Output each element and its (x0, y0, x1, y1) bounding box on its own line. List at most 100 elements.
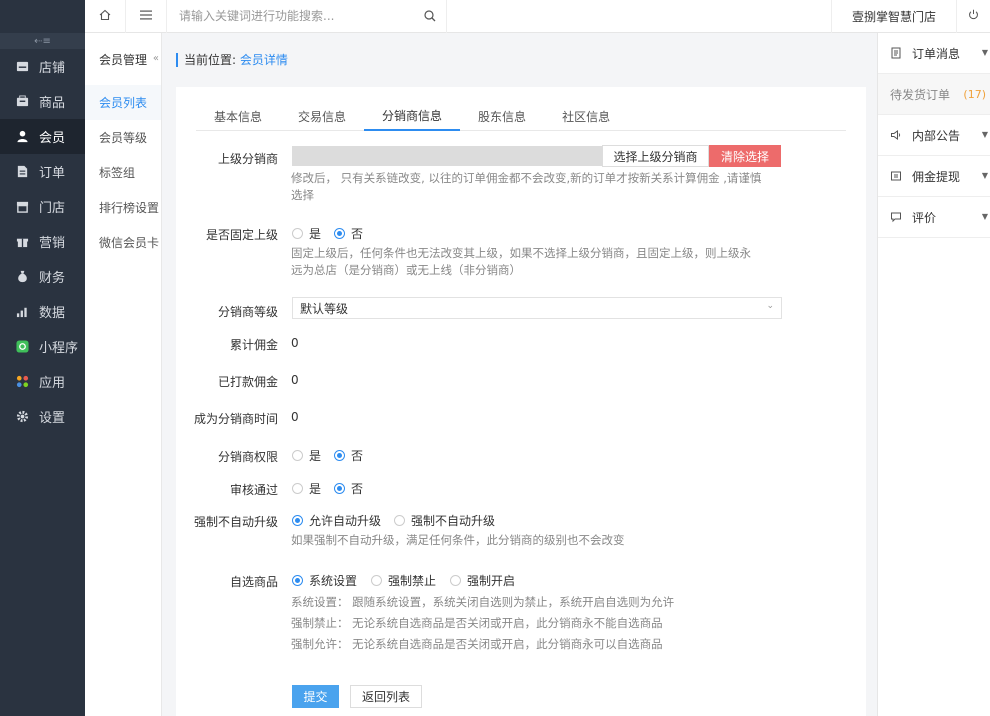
tab-transaction-info[interactable]: 交易信息 (280, 101, 364, 131)
tab-community-info[interactable]: 社区信息 (544, 101, 628, 131)
radio-label: 强制不自动升级 (411, 514, 496, 528)
radio-dot (292, 228, 303, 239)
radio-dot (371, 575, 382, 586)
submit-button[interactable]: 提交 (292, 685, 339, 708)
select-parent-button[interactable]: 选择上级分销商 (602, 145, 709, 167)
radio-dot (334, 450, 345, 461)
breadcrumb: 当前位置: 会员详情 (176, 53, 288, 67)
user-icon (16, 130, 29, 143)
force-no-upgrade-radio[interactable]: 强制不自动升级 (394, 512, 495, 529)
self-goods-help: 系统设置： 跟随系统设置，系统关闭自选则为禁止，系统开启自选则为允许 强制禁止：… (291, 592, 674, 655)
self-goods-help-line: 强制允许： 无论系统自选商品是否关闭或开启，此分销商永可以自选商品 (291, 637, 663, 651)
permission-yes-radio[interactable]: 是 (292, 447, 321, 464)
fixed-parent-help-text: 固定上级后，任何条件也无法改变其上级，如果不选择上级分销商，且固定上级，则上级永… (291, 245, 751, 279)
tab-basic-info[interactable]: 基本信息 (196, 101, 280, 131)
search-input[interactable] (179, 9, 419, 23)
review-label: 评价 (912, 210, 937, 225)
sidebar-item-label: 营销 (39, 236, 66, 251)
order-icon (16, 165, 29, 178)
level-select[interactable]: 默认等级 ⌄ (292, 297, 782, 319)
sidebar-item-finance[interactable]: 财务 (0, 259, 85, 294)
tab-distributor-info[interactable]: 分销商信息 (364, 101, 461, 131)
subnav-item-wechat-card[interactable]: 微信会员卡 (85, 225, 161, 260)
clear-selection-button[interactable]: 清除选择 (709, 145, 781, 167)
radio-dot (292, 483, 303, 494)
permission-label: 分销商权限 (217, 450, 278, 464)
parent-distributor-label: 上级分销商 (217, 152, 278, 166)
back-to-list-button[interactable]: 返回列表 (350, 685, 422, 708)
home-icon (99, 9, 111, 24)
home-button[interactable] (85, 0, 126, 33)
parent-distributor-field[interactable] (292, 146, 602, 166)
breadcrumb-current[interactable]: 会员详情 (240, 53, 288, 67)
tab-shareholder-info[interactable]: 股东信息 (460, 101, 544, 131)
sidebar-item-shop[interactable]: 门店 (0, 189, 85, 224)
power-icon (968, 9, 979, 23)
comment-icon (890, 211, 902, 223)
fixed-parent-yes-radio[interactable]: 是 (292, 225, 321, 242)
logo-area (0, 0, 85, 33)
caret-down-icon: ▼ (981, 130, 988, 139)
subnav-item-member-list[interactable]: 会员列表 (85, 85, 161, 120)
audit-yes-radio[interactable]: 是 (292, 480, 321, 497)
force-upgrade-help: 如果强制不自动升级，满足任何条件，此分销商的级别也不会改变 (291, 533, 625, 547)
subnav-item-member-level[interactable]: 会员等级 (85, 120, 161, 155)
sidebar-item-member[interactable]: 会员 (0, 119, 85, 154)
goods-icon (16, 95, 29, 108)
sidebar-item-apps[interactable]: 应用 (0, 364, 85, 399)
audit-no-radio[interactable]: 否 (334, 480, 363, 497)
audit-label: 审核通过 (229, 483, 278, 497)
commission-withdraw-item[interactable]: 佣金提现 ▼ (878, 156, 990, 197)
caret-down-icon: ▼ (981, 212, 988, 221)
sidebar-collapse-toggle[interactable]: ⇠≡ (0, 33, 85, 49)
fixed-parent-help-line: 固定上级后，任何条件也无法改变其上级，如果不选择上级分销商，且固定上级，则上级永 (291, 246, 751, 260)
chart-icon (16, 305, 29, 318)
self-goods-system-radio[interactable]: 系统设置 (292, 572, 357, 589)
self-goods-label: 自选商品 (229, 575, 278, 589)
subnav-item-tag-group[interactable]: 标签组 (85, 155, 161, 190)
force-upgrade-label: 强制不自动升级 (193, 515, 278, 529)
allow-auto-upgrade-radio[interactable]: 允许自动升级 (292, 512, 381, 529)
self-goods-forbid-radio[interactable]: 强制禁止 (371, 572, 436, 589)
chevron-down-icon: ⌄ (766, 301, 774, 311)
order-messages-item[interactable]: 订单消息 ▼ (878, 33, 990, 74)
internal-notice-item[interactable]: 内部公告 ▼ (878, 115, 990, 156)
parent-help-text: 修改后， 只有关系链改变, 以往的订单佣金都不会改变,新的订单才按新关系计算佣金… (291, 170, 761, 204)
sidebar-item-store[interactable]: 店铺 (0, 49, 85, 84)
search-icon[interactable] (424, 9, 436, 25)
parent-help-line: 修改后， 只有关系链改变, 以往的订单佣金都不会改变,新的订单才按新关系计算佣金… (291, 171, 762, 185)
subnav-item-ranking-settings[interactable]: 排行榜设置 (85, 190, 161, 225)
tab-bar: 基本信息 交易信息 分销商信息 股东信息 社区信息 (196, 101, 846, 131)
sidebar-item-data[interactable]: 数据 (0, 294, 85, 329)
sidebar-item-label: 数据 (39, 306, 66, 321)
total-commission-label: 累计佣金 (229, 338, 278, 352)
radio-label: 是 (309, 227, 322, 241)
radio-label: 允许自动升级 (309, 514, 382, 528)
sidebar-item-marketing[interactable]: 营销 (0, 224, 85, 259)
sidebar-item-goods[interactable]: 商品 (0, 84, 85, 119)
radio-label: 强制禁止 (388, 574, 437, 588)
sidebar-item-miniapp[interactable]: 小程序 (0, 329, 85, 364)
radio-dot (450, 575, 461, 586)
logout-button[interactable] (956, 0, 990, 33)
sidebar-item-label: 门店 (39, 201, 66, 216)
miniapp-icon (16, 340, 29, 353)
sidebar-item-order[interactable]: 订单 (0, 154, 85, 189)
radio-dot (334, 228, 345, 239)
paid-commission-label: 已打款佣金 (217, 375, 278, 389)
fold-icon[interactable]: « (153, 53, 159, 64)
self-goods-help-line: 系统设置： 跟随系统设置，系统关闭自选则为禁止，系统开启自选则为允许 (291, 595, 675, 609)
permission-no-radio[interactable]: 否 (334, 447, 363, 464)
sub-sidebar: 会员管理 « 会员列表 会员等级 标签组 排行榜设置 微信会员卡 (85, 33, 162, 716)
menu-button[interactable] (126, 0, 167, 33)
fixed-parent-no-radio[interactable]: 否 (334, 225, 363, 242)
shop-icon (16, 200, 29, 213)
right-panel: 订单消息 ▼ 待发货订单 (17) 内部公告 ▼ 佣金提现 ▼ 评价 ▼ (877, 33, 990, 716)
store-name[interactable]: 壹捌掌智慧门店 (830, 0, 956, 33)
sidebar-item-settings[interactable]: 设置 (0, 399, 85, 434)
level-select-value: 默认等级 (300, 301, 349, 316)
pending-shipment-item[interactable]: 待发货订单 (17) (878, 74, 990, 115)
money-bag-icon (16, 270, 29, 283)
self-goods-enable-radio[interactable]: 强制开启 (450, 572, 515, 589)
review-item[interactable]: 评价 ▼ (878, 197, 990, 238)
